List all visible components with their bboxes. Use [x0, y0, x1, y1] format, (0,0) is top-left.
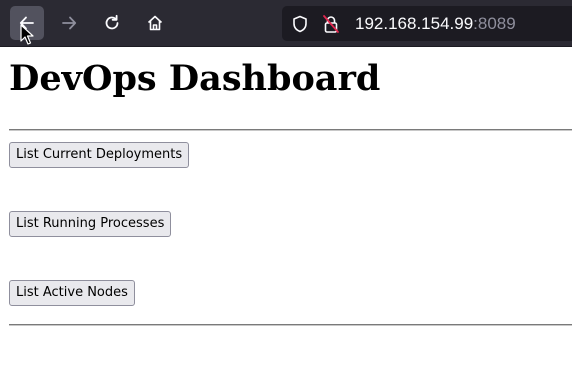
url-port: :8089	[473, 14, 516, 33]
divider-top	[9, 129, 572, 131]
list-running-processes-button[interactable]: List Running Processes	[9, 211, 172, 237]
reload-icon	[105, 14, 119, 30]
insecure-lock-icon	[323, 15, 339, 33]
mouse-cursor-icon	[20, 24, 34, 45]
list-current-deployments-button[interactable]: List Current Deployments	[9, 142, 190, 168]
forward-arrow-icon	[62, 16, 77, 30]
home-button[interactable]	[138, 6, 172, 40]
address-bar[interactable]: 192.168.154.99:8089	[282, 6, 572, 41]
url-host: 192.168.154.99	[355, 14, 474, 33]
page-title: DevOps Dashboard	[9, 58, 381, 99]
list-active-nodes-button[interactable]: List Active Nodes	[9, 280, 135, 306]
divider-bottom	[9, 324, 572, 326]
page-content: DevOps Dashboard List Current Deployment…	[0, 48, 572, 381]
shield-icon	[293, 15, 307, 33]
reload-button[interactable]	[95, 6, 129, 40]
forward-button[interactable]	[52, 6, 86, 40]
browser-toolbar: 192.168.154.99:8089	[0, 0, 572, 47]
home-icon	[147, 15, 163, 31]
url-text[interactable]: 192.168.154.99:8089	[355, 14, 516, 34]
